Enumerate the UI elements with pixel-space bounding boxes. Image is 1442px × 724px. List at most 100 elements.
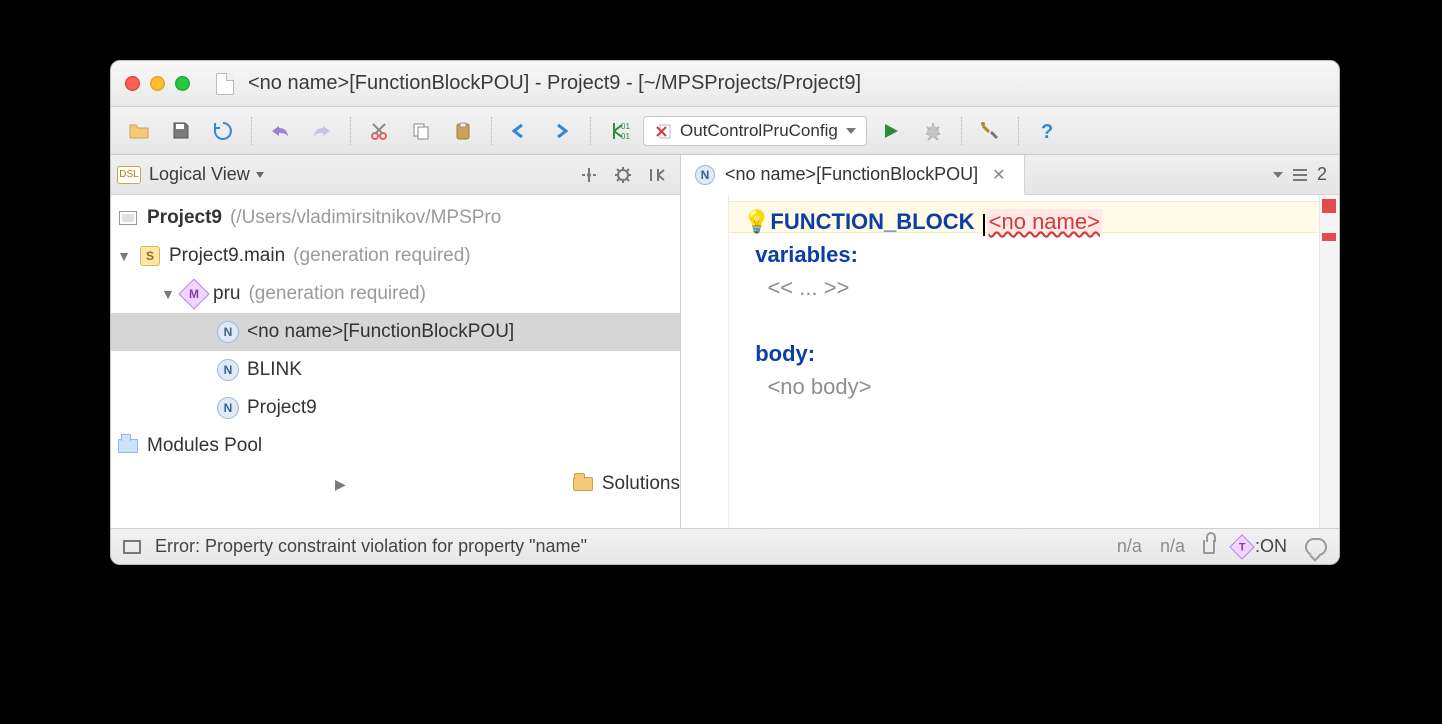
run-config-label: OutControlPruConfig [680,121,838,141]
feedback-icon[interactable] [1305,538,1327,556]
main-toolbar: 0101 OutControlPruConfig ? [111,107,1339,155]
toolbar-separator [251,117,252,145]
editor-placeholder[interactable]: << ... >> [767,275,849,300]
settings-button[interactable] [972,116,1008,146]
tree-label: pru [213,283,240,305]
file-icon [216,73,234,95]
redo-button[interactable] [304,116,340,146]
project-panel: DSL Logical View Project9 (/Users/vlad [111,155,681,528]
editor-tab[interactable]: N <no name>[FunctionBlockPOU] ✕ [681,155,1025,195]
typesystem-icon[interactable]: T [1229,534,1254,559]
save-all-button[interactable] [163,116,199,146]
open-button[interactable] [121,116,157,146]
tree-label: <no name>[FunctionBlockPOU] [247,321,514,343]
chevron-down-icon [846,128,856,134]
run-config-combo[interactable]: OutControlPruConfig [643,116,867,146]
window-close-button[interactable] [125,76,140,91]
status-indicator: n/a [1117,536,1142,557]
solution-icon: S [140,246,160,266]
editor-gutter [681,195,729,528]
expander-icon[interactable] [117,476,564,493]
toolbar-separator [491,117,492,145]
tree-label: Project9 [147,207,222,229]
close-tab-button[interactable]: ✕ [988,165,1009,185]
editor-placeholder[interactable]: <no body> [767,374,871,399]
tree-node-item[interactable]: N Project9 [111,389,680,427]
window-controls [125,76,190,91]
error-marker[interactable] [1322,233,1336,241]
dsl-icon: DSL [117,166,141,184]
error-marker[interactable] [1322,199,1336,213]
tree-model-node[interactable]: M pru (generation required) [111,275,680,313]
tree-solution-node[interactable]: S Project9.main (generation required) [111,237,680,275]
readonly-lock-icon[interactable] [1203,540,1215,554]
tab-label: <no name>[FunctionBlockPOU] [725,164,978,185]
intention-bulb-icon[interactable]: 💡 [743,209,770,234]
toolbar-separator [590,117,591,145]
tabs-count: 2 [1317,164,1327,185]
status-bar: Error: Property constraint violation for… [111,528,1339,564]
project-view-label: Logical View [149,164,250,184]
project-icon [119,211,137,225]
project-tree[interactable]: Project9 (/Users/vladimirsitnikov/MPSPro… [111,195,680,528]
modules-pool-icon [118,439,138,453]
node-icon: N [217,397,239,419]
panel-settings-button[interactable] [610,162,636,188]
editor-keyword: body: [755,341,815,366]
svg-text:01: 01 [621,122,630,131]
toolbar-separator [350,117,351,145]
run-button[interactable] [873,116,909,146]
status-indicator: n/a [1160,536,1185,557]
copy-button[interactable] [403,116,439,146]
content-area: DSL Logical View Project9 (/Users/vlad [111,155,1339,528]
help-button[interactable]: ? [1029,116,1065,146]
scroll-from-source-button[interactable] [576,162,602,188]
tree-label: Solutions [602,473,680,495]
model-icon: M [178,278,209,309]
undo-button[interactable] [262,116,298,146]
editor-keyword: FUNCTION_BLOCK [770,209,974,234]
svg-text:?: ? [1041,121,1053,142]
window-maximize-button[interactable] [175,76,190,91]
editor-tabs: N <no name>[FunctionBlockPOU] ✕ 2 [681,155,1339,195]
tree-node-item[interactable]: N <no name>[FunctionBlockPOU] [111,313,680,351]
status-message: Error: Property constraint violation for… [155,536,587,557]
editor-caret [983,214,985,236]
toolbar-separator [1018,117,1019,145]
node-icon: N [695,165,715,185]
nav-back-button[interactable] [502,116,538,146]
expander-icon[interactable] [161,286,175,302]
tree-label: Project9 [247,397,317,419]
tree-solutions-folder[interactable]: Solutions [111,465,680,503]
window-minimize-button[interactable] [150,76,165,91]
window-title: <no name>[FunctionBlockPOU] - Project9 -… [248,72,861,95]
typesystem-state: :ON [1255,536,1287,557]
project-view-selector[interactable]: Logical View [149,164,264,185]
editor-error-placeholder[interactable]: <no name> [987,209,1102,234]
tabs-list-icon[interactable] [1293,169,1307,181]
titlebar: <no name>[FunctionBlockPOU] - Project9 -… [111,61,1339,107]
make-button[interactable]: 0101 [601,116,637,146]
nav-forward-button[interactable] [544,116,580,146]
editor-panel: N <no name>[FunctionBlockPOU] ✕ 2 💡FUNCT… [681,155,1339,528]
sync-button[interactable] [205,116,241,146]
tree-node-item[interactable]: N BLINK [111,351,680,389]
status-icon[interactable] [123,540,141,554]
svg-text:01: 01 [621,132,630,141]
error-stripe[interactable] [1319,195,1339,528]
code-editor[interactable]: 💡FUNCTION_BLOCK <no name> variables: << … [729,195,1319,528]
tree-label: Modules Pool [147,435,262,457]
app-window: <no name>[FunctionBlockPOU] - Project9 -… [110,60,1340,565]
hide-panel-button[interactable] [644,162,670,188]
debug-button[interactable] [915,116,951,146]
chevron-down-icon [256,172,264,178]
tabs-dropdown-icon[interactable] [1273,172,1283,178]
cut-button[interactable] [361,116,397,146]
expander-icon[interactable] [117,248,131,264]
tree-project-root[interactable]: Project9 (/Users/vladimirsitnikov/MPSPro [111,199,680,237]
editor-wrap: 💡FUNCTION_BLOCK <no name> variables: << … [681,195,1339,528]
paste-button[interactable] [445,116,481,146]
tree-note: (generation required) [248,283,425,305]
tree-modules-pool[interactable]: Modules Pool [111,427,680,465]
tree-path: (/Users/vladimirsitnikov/MPSPro [230,207,501,229]
